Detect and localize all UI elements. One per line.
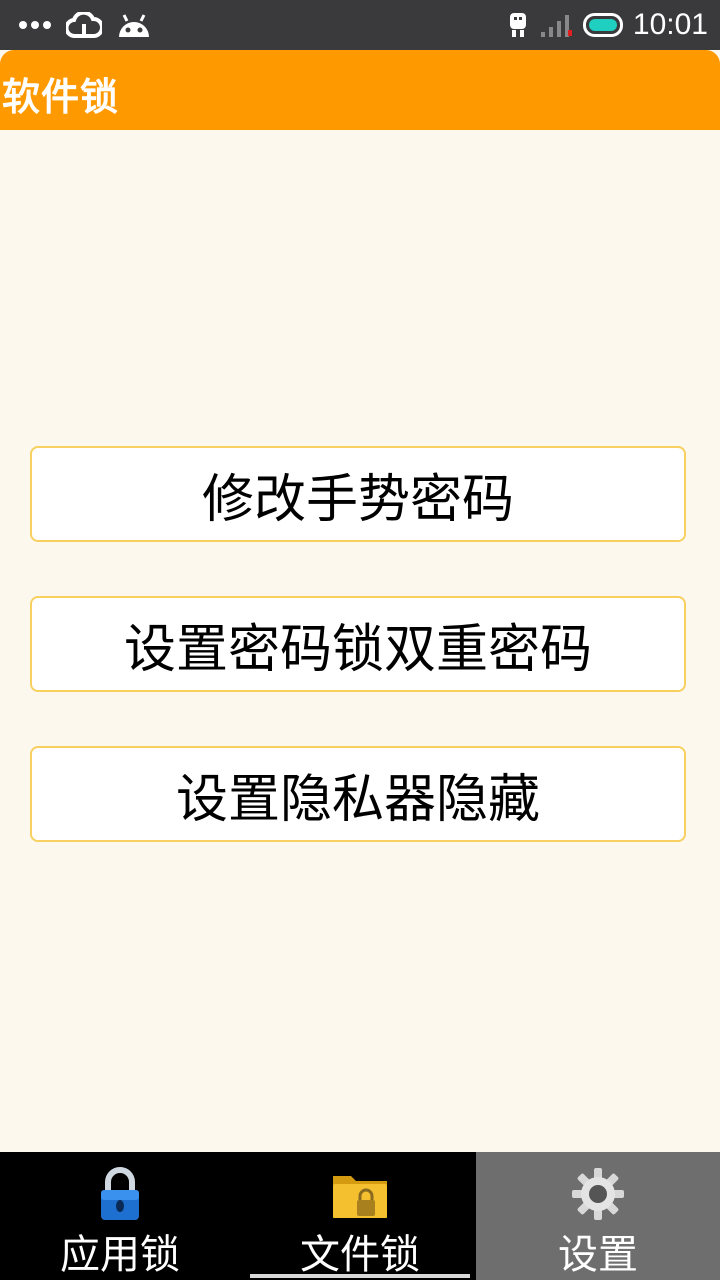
- padlock-icon: [98, 1166, 142, 1226]
- clock: 10:01: [632, 8, 708, 41]
- tab-label: 应用锁: [60, 1232, 180, 1278]
- tab-label: 文件锁: [300, 1232, 420, 1278]
- change-gesture-password-button[interactable]: 修改手势密码: [30, 446, 686, 542]
- battery-icon: [582, 13, 623, 37]
- tab-label: 设置: [558, 1232, 638, 1278]
- tab-file-lock[interactable]: 文件锁: [240, 1152, 480, 1280]
- folder-lock-icon: [331, 1166, 389, 1226]
- page-title: 软件锁: [2, 75, 120, 119]
- android-icon: [116, 11, 152, 39]
- tab-underline: [250, 1274, 470, 1278]
- tab-settings[interactable]: 设置: [476, 1152, 720, 1280]
- gear-icon: [570, 1166, 626, 1226]
- hide-privacy-app-button[interactable]: 设置隐私器隐藏: [30, 746, 686, 842]
- settings-content: 修改手势密码 设置密码锁双重密码 设置隐私器隐藏: [0, 130, 720, 1152]
- app-header: 软件锁: [0, 50, 720, 130]
- set-double-password-button[interactable]: 设置密码锁双重密码: [30, 596, 686, 692]
- tab-app-lock[interactable]: 应用锁: [0, 1152, 240, 1280]
- bottom-nav: 应用锁 文件锁 设置: [0, 1152, 720, 1280]
- usb-debug-icon: [507, 11, 529, 39]
- more-dots-icon: [18, 20, 52, 30]
- status-bar: 10:01: [0, 0, 720, 50]
- cloud-icon: [66, 12, 102, 38]
- signal-icon: [539, 12, 573, 38]
